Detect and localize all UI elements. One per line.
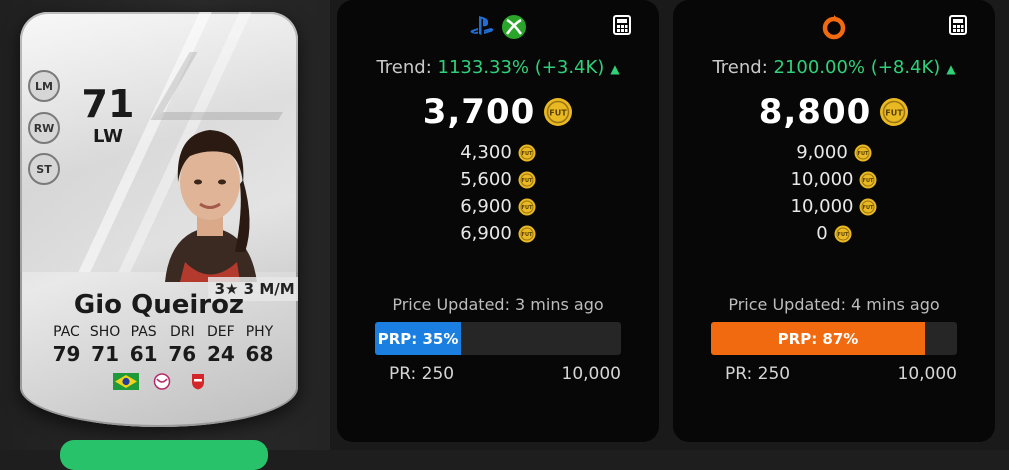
coin-icon: FUT: [518, 144, 536, 161]
price-value: 6,900: [460, 196, 512, 217]
prp-label: PRP: 87%: [777, 329, 859, 348]
stat-value-pas: 61: [129, 342, 158, 366]
player-rating: 71: [81, 82, 135, 126]
action-button[interactable]: [60, 440, 268, 470]
coin-icon: FUT: [859, 171, 877, 188]
svg-text:FUT: FUT: [521, 205, 532, 211]
price-value: 4,300: [460, 142, 512, 163]
origin-icon: [822, 15, 846, 40]
price-row: 6,900 FUT: [337, 220, 659, 247]
alt-position-rw[interactable]: RW: [28, 112, 60, 144]
platform-icons: [673, 14, 995, 40]
player-name: Gio Queiroz: [73, 290, 245, 320]
main-price-value: 8,800: [758, 92, 872, 132]
coin-icon: FUT: [854, 144, 872, 161]
prp-label: PRP: 35%: [377, 329, 459, 348]
club-badge-icon: [192, 374, 204, 390]
main-price: 8,800 FUT: [673, 92, 995, 132]
stat-label-phy: PHY: [245, 324, 274, 340]
stat-value-def: 24: [206, 342, 235, 366]
coin-icon: FUT: [518, 198, 536, 215]
price-range-max: 10,000: [897, 364, 957, 384]
svg-text:FUT: FUT: [521, 151, 532, 157]
calculator-icon[interactable]: [949, 15, 967, 35]
player-position: LW: [93, 126, 123, 147]
trend-value: 1133.33% (+3.4K): [437, 57, 605, 78]
price-range-max: 10,000: [561, 364, 621, 384]
price-value: 6,900: [460, 223, 512, 244]
svg-text:FUT: FUT: [521, 178, 532, 184]
prp-progress-bar: PRP: 35%: [375, 322, 621, 355]
price-row: 9,000 FUT: [673, 139, 995, 166]
svg-text:FUT: FUT: [550, 109, 568, 118]
svg-text:FUT: FUT: [837, 232, 848, 238]
prp-progress-fill: PRP: 87%: [711, 322, 926, 355]
price-value: 5,600: [460, 169, 512, 190]
platform-icons: [337, 14, 659, 40]
card-badges: [113, 373, 211, 390]
main-price-value: 3,700: [422, 92, 536, 132]
trend-label: Trend:: [712, 57, 768, 78]
stat-label-def: DEF: [207, 324, 235, 340]
price-range-row: PR: 250 10,000: [389, 364, 621, 384]
trend-up-icon: ▲: [610, 62, 620, 76]
price-value: 10,000: [790, 169, 854, 190]
price-row: 6,900 FUT: [337, 193, 659, 220]
price-row: 10,000 FUT: [673, 166, 995, 193]
prp-progress-fill: PRP: 35%: [375, 322, 462, 355]
main-price: 3,700 FUT: [337, 92, 659, 132]
stat-label-dri: DRI: [169, 324, 195, 340]
stat-label-sho: SHO: [89, 324, 121, 340]
playstation-icon: [470, 16, 494, 35]
stat-label-pas: PAS: [130, 324, 157, 340]
coin-icon: FUT: [834, 225, 852, 242]
league-badge-icon: [153, 373, 171, 390]
alt-position-st[interactable]: ST: [28, 153, 60, 185]
svg-text:FUT: FUT: [863, 205, 874, 211]
price-row: 4,300 FUT: [337, 139, 659, 166]
trend-line: Trend: 1133.33% (+3.4K) ▲: [337, 57, 659, 78]
prp-progress-bar: PRP: 87%: [711, 322, 957, 355]
coin-icon: FUT: [518, 225, 536, 242]
pc-price-panel: Trend: 2100.00% (+8.4K) ▲ 8,800 FUT 9,000…: [673, 0, 995, 442]
stat-labels-row: PAC SHO PAS DRI DEF PHY: [48, 324, 278, 340]
price-updated-text: Price Updated: 4 mins ago: [728, 295, 940, 314]
stat-label-pac: PAC: [53, 324, 80, 340]
price-range-row: PR: 250 10,000: [725, 364, 957, 384]
coin-icon: FUT: [518, 171, 536, 188]
coin-icon: FUT: [859, 198, 877, 215]
price-range-min: PR: 250: [389, 364, 455, 384]
stat-value-sho: 71: [91, 342, 120, 366]
price-list: 4,300 FUT 5,600 FUT 6,900 FUT 6,900 FUT: [337, 139, 659, 247]
brazil-flag-icon: [113, 373, 139, 390]
price-list: 9,000 FUT 10,000 FUT 10,000 FUT 0 FUT: [673, 139, 995, 247]
xbox-icon: [502, 15, 526, 39]
svg-text:FUT: FUT: [521, 232, 532, 238]
svg-text:FUT: FUT: [857, 151, 868, 157]
price-updated-text: Price Updated: 3 mins ago: [392, 295, 604, 314]
stat-value-pac: 79: [52, 342, 81, 366]
price-value: 9,000: [796, 142, 848, 163]
alt-position-lm[interactable]: LM: [28, 70, 60, 102]
svg-text:FUT: FUT: [863, 178, 874, 184]
price-row: 5,600 FUT: [337, 166, 659, 193]
stat-value-phy: 68: [245, 342, 274, 366]
trend-line: Trend: 2100.00% (+8.4K) ▲: [673, 57, 995, 78]
stat-value-dri: 76: [168, 342, 197, 366]
price-range-min: PR: 250: [725, 364, 791, 384]
price-value: 10,000: [790, 196, 854, 217]
price-value: 0: [816, 223, 828, 244]
console-price-panel: Trend: 1133.33% (+3.4K) ▲ 3,700 FUT 4,300…: [337, 0, 659, 442]
fut-coin-icon: FUT: [544, 98, 573, 126]
stat-values-row: 79 71 61 76 24 68: [48, 342, 278, 366]
calculator-icon[interactable]: [613, 15, 631, 35]
player-portrait: [165, 130, 257, 282]
svg-text:FUT: FUT: [886, 109, 904, 118]
fut-coin-icon: FUT: [880, 98, 909, 126]
trend-value: 2100.00% (+8.4K): [773, 57, 941, 78]
trend-up-icon: ▲: [946, 62, 956, 76]
price-row: 10,000 FUT: [673, 193, 995, 220]
trend-label: Trend:: [376, 57, 432, 78]
price-row: 0 FUT: [673, 220, 995, 247]
